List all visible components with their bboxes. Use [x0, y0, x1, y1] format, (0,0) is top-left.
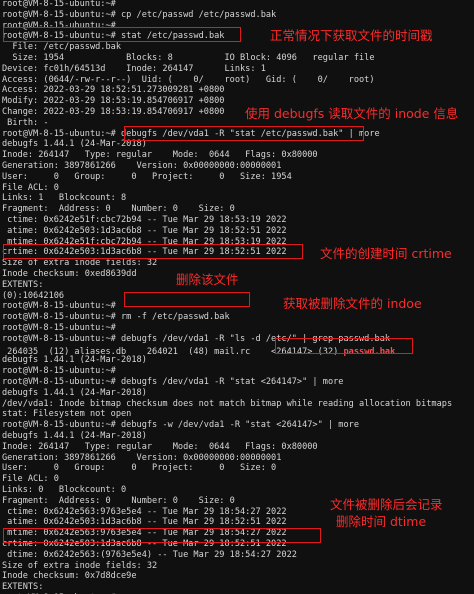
crtime-highlight: [3, 244, 303, 259]
delete-annotation: 删除该文件: [176, 272, 239, 287]
dtime-annotation-line2: 删除时间 dtime: [336, 514, 427, 529]
stat-command-highlight: [3, 27, 241, 42]
stat-annotation: 正常情况下获取文件的时间戳: [270, 28, 433, 43]
dtime-annotation-line1: 文件被删除后会记录: [330, 497, 443, 512]
find-inode-annotation: 获取被删除文件的 indoe: [283, 296, 422, 311]
deleted-inode-highlight: [275, 338, 413, 354]
terminal-window[interactable]: root@VM-8-15-ubuntu:~# root@VM-8-15-ubunt…: [0, 0, 474, 594]
rm-command-highlight: [124, 292, 250, 307]
debugfs-annotation: 使用 debugfs 读取文件的 inode 信息: [245, 106, 459, 121]
grep-entries: 264035 (12) aliases.db 264021 (48) mail.…: [2, 346, 272, 357]
dtime-highlight: [3, 528, 321, 543]
crtime-annotation: 文件的创建时间 crtime: [320, 246, 452, 261]
debugfs-command-highlight: [124, 126, 364, 141]
